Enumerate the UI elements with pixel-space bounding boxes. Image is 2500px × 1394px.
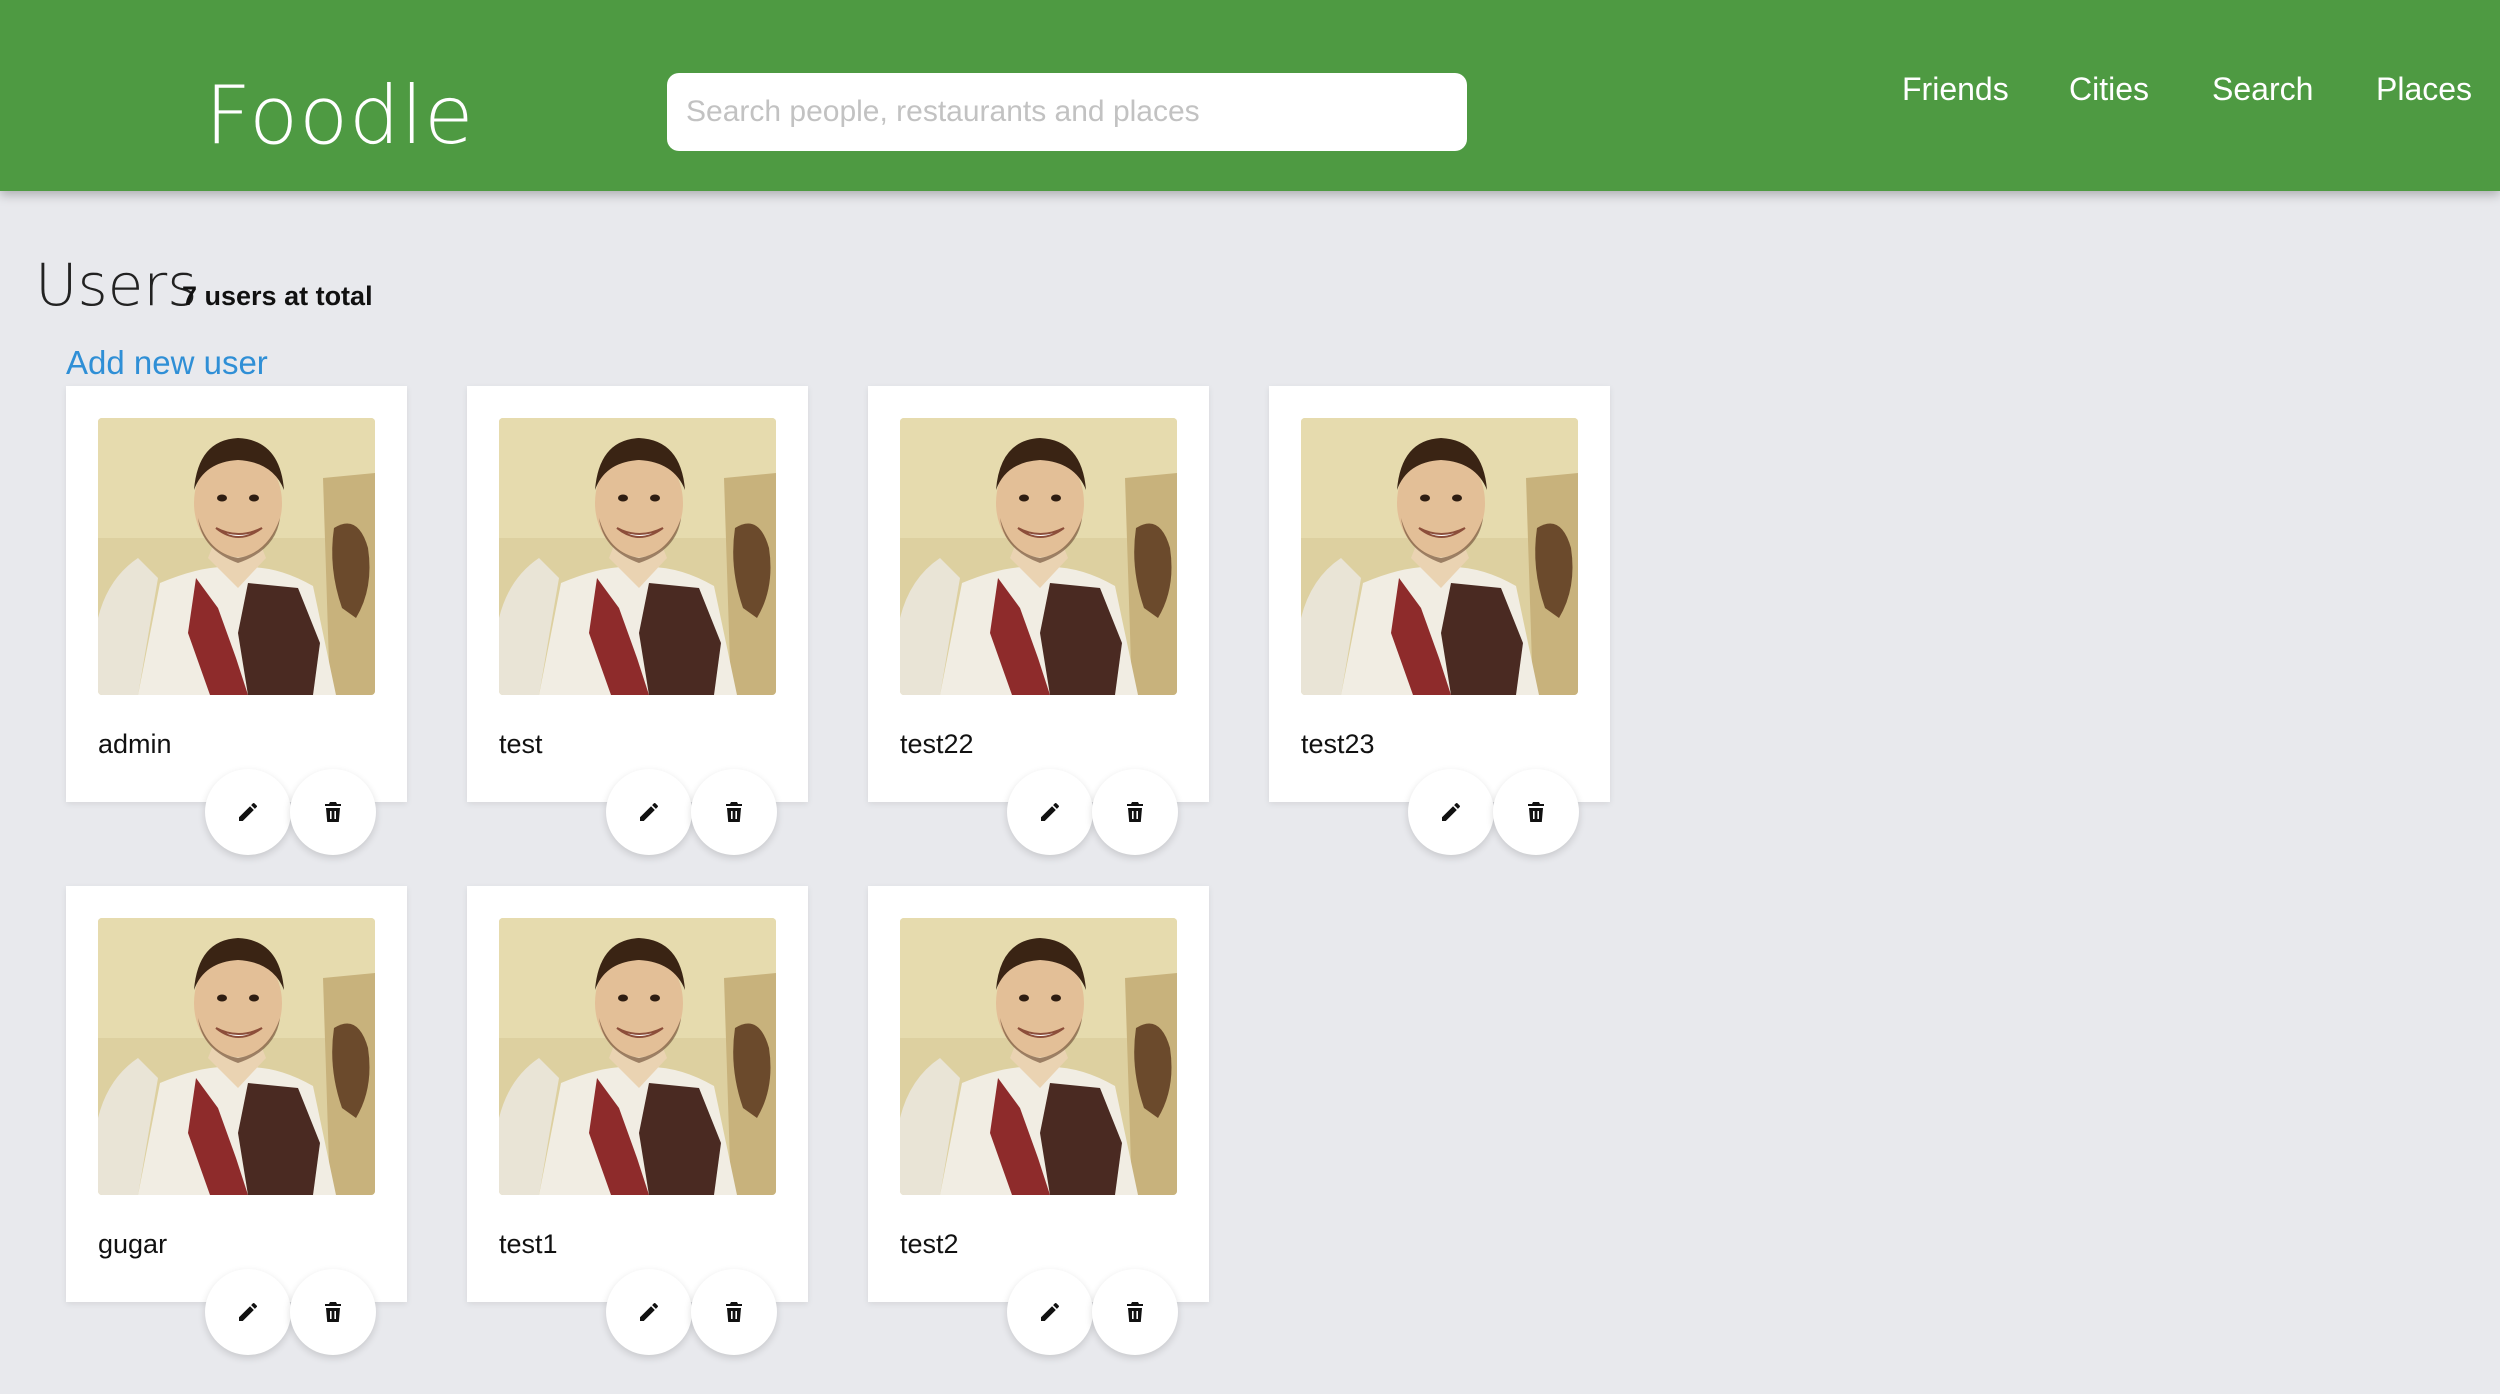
user-card: test22 [868,386,1209,855]
user-name: test1 [499,1229,558,1259]
user-avatar[interactable] [1301,418,1578,695]
edit-user-button[interactable] [1007,769,1093,855]
user-card: test1 [467,886,808,1355]
user-card: gugar [66,886,407,1355]
add-new-user-link[interactable]: Add new user [66,342,268,384]
search-input[interactable] [667,73,1467,151]
user-avatar[interactable] [98,418,375,695]
delete-user-button[interactable] [1092,1269,1178,1355]
user-count: 7 users at total [182,281,373,311]
page-title: Users [35,251,198,319]
edit-user-button[interactable] [1408,769,1494,855]
avatar-photo [98,918,375,1195]
trash-icon [726,802,742,822]
nav-link-cities[interactable]: Cities [2069,66,2149,112]
nav-link-friends[interactable]: Friends [1902,66,2009,112]
trash-icon [325,802,341,822]
user-name: test22 [900,729,974,759]
pencil-icon [640,802,659,821]
edit-user-button[interactable] [606,769,692,855]
nav-link-places[interactable]: Places [2376,66,2472,112]
user-card: test2 [868,886,1209,1355]
nav-link-search[interactable]: Search [2212,66,2313,112]
avatar-photo [499,418,776,695]
delete-user-button[interactable] [290,1269,376,1355]
user-name: gugar [98,1229,168,1259]
pencil-icon [1442,802,1461,821]
delete-user-button[interactable] [691,1269,777,1355]
edit-user-button[interactable] [205,1269,291,1355]
avatar-photo [499,918,776,1195]
pencil-icon [239,802,258,821]
top-navbar: Foodle Friends Cities Search Places [0,0,2500,191]
avatar-photo [900,418,1177,695]
pencil-icon [239,1302,258,1321]
user-name: test2 [900,1229,959,1259]
delete-user-button[interactable] [1493,769,1579,855]
user-card: test [467,386,808,855]
edit-user-button[interactable] [1007,1269,1093,1355]
user-card: admin [66,386,407,855]
edit-user-button[interactable] [606,1269,692,1355]
user-name: test [499,729,543,759]
user-avatar[interactable] [900,418,1177,695]
delete-user-button[interactable] [691,769,777,855]
trash-icon [325,1302,341,1322]
delete-user-button[interactable] [1092,769,1178,855]
user-name: admin [98,729,172,759]
trash-icon [726,1302,742,1322]
user-avatar[interactable] [499,418,776,695]
avatar-photo [98,418,375,695]
user-avatar[interactable] [98,918,375,1195]
pencil-icon [1041,802,1060,821]
trash-icon [1528,802,1544,822]
user-name: test23 [1301,729,1375,759]
trash-icon [1127,802,1143,822]
brand-logo[interactable]: Foodle [205,66,474,166]
user-avatar[interactable] [900,918,1177,1195]
trash-icon [1127,1302,1143,1322]
pencil-icon [640,1302,659,1321]
pencil-icon [1041,1302,1060,1321]
edit-user-button[interactable] [205,769,291,855]
delete-user-button[interactable] [290,769,376,855]
avatar-photo [900,918,1177,1195]
avatar-photo [1301,418,1578,695]
user-avatar[interactable] [499,918,776,1195]
user-card: test23 [1269,386,1610,855]
